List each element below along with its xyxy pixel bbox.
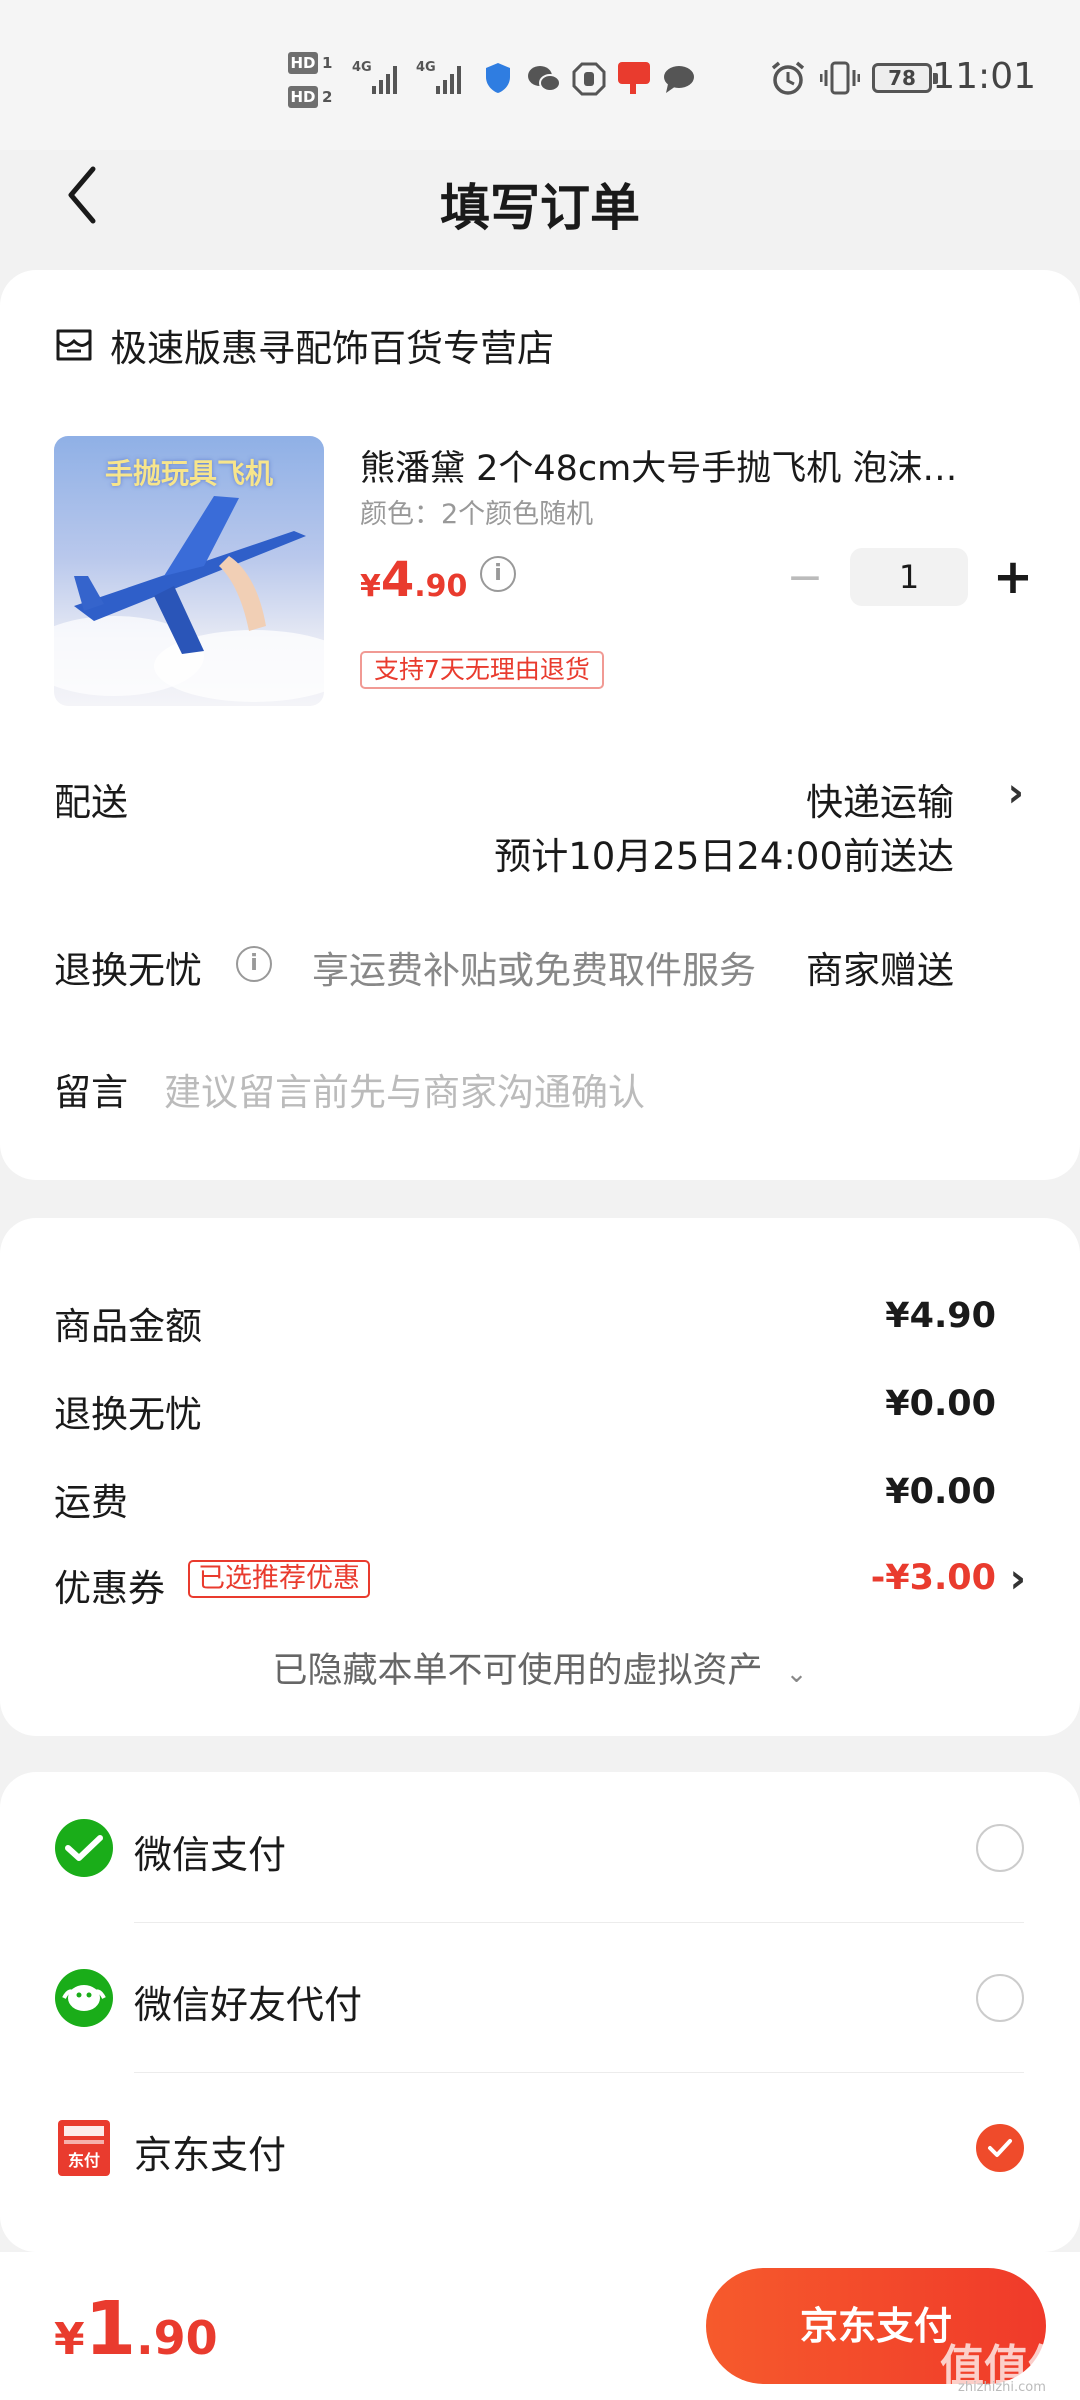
sim-number-2: 2 <box>322 88 333 106</box>
product-spec[interactable]: 颜色：2个颜色随机 <box>360 492 593 531</box>
watermark-sub: zhizhizhi.com <box>958 2380 1046 2395</box>
payment-option-wechat[interactable]: 微信支付 <box>0 1772 1080 1922</box>
wechat-pay-icon <box>55 1819 113 1877</box>
status-time: 11:01 <box>932 56 1036 97</box>
check-icon <box>988 2139 1012 2157</box>
delivery-method[interactable]: 快递运输 <box>806 772 954 826</box>
goods-amount-label: 商品金额 <box>54 1305 202 1348</box>
signal-2-icon <box>436 66 461 94</box>
coupon-badge: 已选推荐优惠 <box>188 1560 370 1598</box>
message-label: 留言 <box>54 1071 128 1114</box>
coupon-value[interactable]: -¥3.00 <box>871 1558 996 1598</box>
vibrate-icon <box>820 61 860 95</box>
quantity-stepper: − 1 + <box>780 548 1038 606</box>
total-integer: 1 <box>84 2286 137 2372</box>
jd-app-status-icon <box>618 62 650 94</box>
price-integer: 4 <box>380 552 415 608</box>
total-decimal: .90 <box>136 2311 218 2365</box>
coupon-chevron-icon[interactable]: › <box>1010 1556 1026 1602</box>
hidden-assets-text: 已隐藏本单不可使用的虚拟资产 <box>272 1651 763 1691</box>
exchange-label: 退换无忧 <box>54 949 202 992</box>
status-bar: HD 1 HD 2 4G 4G 78 11:01 <box>0 0 1080 150</box>
order-total: ¥ 1 .90 <box>54 2286 218 2372</box>
payment-radio-jd[interactable] <box>976 2124 1024 2172</box>
alarm-icon <box>771 61 805 95</box>
quantity-plus-button[interactable]: + <box>988 549 1038 605</box>
delivery-label: 配送 <box>54 781 128 824</box>
hidden-assets-toggle[interactable]: 已隐藏本单不可使用的虚拟资产 ⌄ <box>0 1642 1080 1693</box>
price-info-icon[interactable]: i <box>480 556 516 592</box>
order-item-card: 极速版惠寻配饰百货专营店 手抛玩具飞机 熊潘黛 2个48cm大号手抛飞机 泡沫…… <box>0 270 1080 1180</box>
payment-radio-wechat-friend[interactable] <box>976 1974 1024 2022</box>
exchange-info-icon[interactable]: i <box>236 946 272 982</box>
store-icon <box>56 329 92 361</box>
exchange-desc: 享运费补贴或免费取件服务 <box>312 949 756 992</box>
payment-option-jd[interactable]: 东付 京东支付 <box>0 2072 1080 2222</box>
shipping-fee-value: ¥0.00 <box>885 1472 996 1512</box>
payment-radio-wechat[interactable] <box>976 1824 1024 1872</box>
delivery-chevron-icon[interactable]: › <box>1008 770 1024 816</box>
product-image[interactable]: 手抛玩具飞机 <box>54 436 324 706</box>
quantity-input[interactable]: 1 <box>850 548 968 606</box>
delivery-eta: 预计10月25日24:00前送达 <box>494 835 954 878</box>
network-type-1: 4G <box>352 60 372 75</box>
total-symbol: ¥ <box>54 2314 85 2365</box>
wechat-status-icon <box>528 66 561 92</box>
message-icon <box>664 66 694 93</box>
shipping-fee-label: 运费 <box>54 1481 128 1524</box>
product-price: ¥ 4 .90 <box>360 552 467 608</box>
exchange-gift: 商家赠送 <box>806 949 954 992</box>
store-row[interactable]: 极速版惠寻配饰百货专营店 <box>54 320 554 370</box>
payment-label: 京东支付 <box>134 2133 287 2177</box>
signal-1-icon <box>372 66 397 94</box>
airplane-illustration <box>54 496 324 702</box>
exchange-fee-value: ¥0.00 <box>885 1384 996 1424</box>
payment-methods-card: 微信支付 微信好友代付 东付 京东支付 <box>0 1772 1080 2252</box>
battery-icon: 78 <box>872 63 938 93</box>
goods-amount-value: ¥4.90 <box>885 1296 996 1336</box>
jd-pay-icon: 东付 <box>58 2120 110 2176</box>
checkout-bar: ¥ 1 .90 京东支付 <box>0 2252 1080 2400</box>
price-decimal: .90 <box>414 569 468 604</box>
product-title[interactable]: 熊潘黛 2个48cm大号手抛飞机 泡沫… <box>360 440 1020 491</box>
hd-voice-tag-2: HD <box>288 86 318 108</box>
price-symbol: ¥ <box>360 569 381 604</box>
wechat-friend-pay-icon <box>55 1969 113 2027</box>
hand-stop-icon <box>572 62 606 96</box>
network-type-2: 4G <box>416 60 436 75</box>
chevron-down-icon: ⌄ <box>785 1659 808 1689</box>
svg-text:东付: 东付 <box>68 2151 100 2170</box>
return-policy-badge: 支持7天无理由退货 <box>360 651 604 689</box>
payment-label: 微信支付 <box>134 1833 287 1877</box>
page-title: 填写订单 <box>440 179 640 237</box>
exchange-fee-label: 退换无忧 <box>54 1393 202 1436</box>
store-name: 极速版惠寻配饰百货专营店 <box>110 327 554 370</box>
sim-number-1: 1 <box>322 54 333 72</box>
shield-icon <box>486 63 510 93</box>
payment-label: 微信好友代付 <box>134 1983 363 2027</box>
message-input[interactable]: 建议留言前先与商家沟通确认 <box>164 1062 645 1116</box>
coupon-label: 优惠券 <box>54 1567 165 1610</box>
payment-option-wechat-friend[interactable]: 微信好友代付 <box>0 1922 1080 2072</box>
price-summary-card: 商品金额 ¥4.90 退换无忧 ¥0.00 运费 ¥0.00 优惠券 已选推荐优… <box>0 1218 1080 1736</box>
hd-voice-tag-1: HD <box>288 52 318 74</box>
quantity-minus-button[interactable]: − <box>780 552 830 603</box>
